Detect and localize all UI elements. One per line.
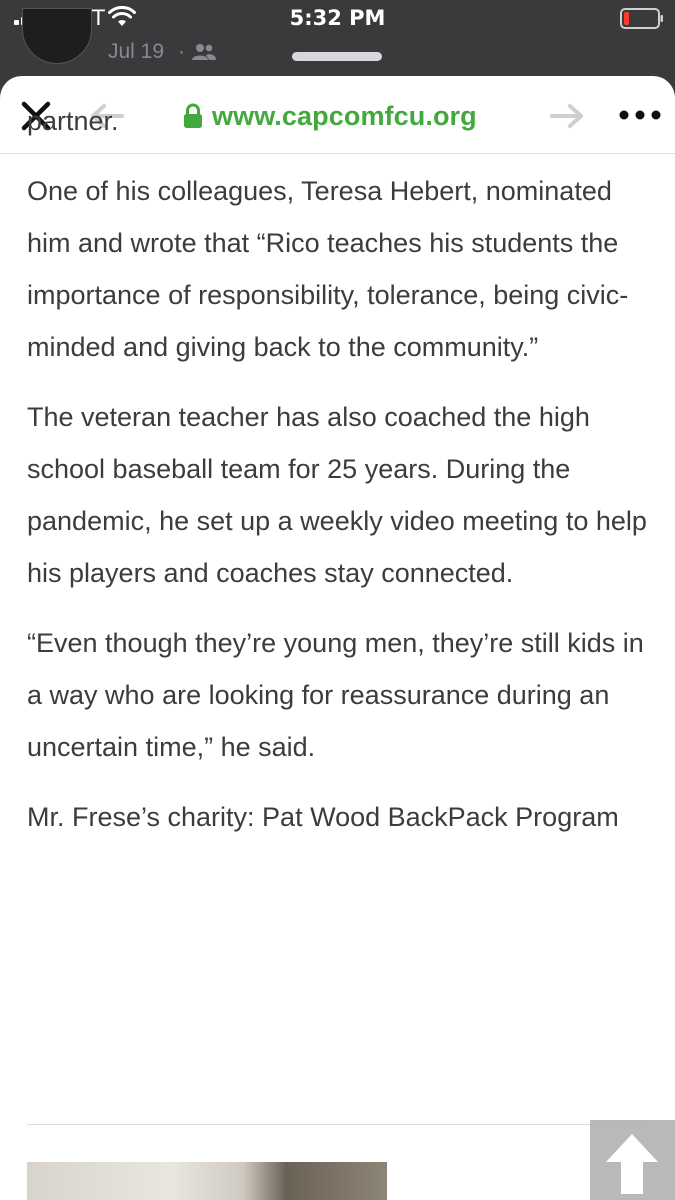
battery-low-icon [620,8,663,29]
sheet-drag-handle[interactable] [292,52,382,61]
scroll-to-top-button[interactable] [590,1120,675,1200]
article-paragraph: One of his colleagues, Teresa Hebert, no… [27,176,629,362]
status-bar: AT&T 5:32 PM [0,0,675,36]
status-time: 5:32 PM [289,6,386,30]
article-paragraph: partner. [27,106,119,136]
post-date: Jul 19 [108,40,165,63]
friends-icon [192,44,216,60]
article-paragraph: “Even though they’re young men, they’re … [27,628,644,762]
post-separator: · [178,40,185,63]
article-paragraph: The veteran teacher has also coached the… [27,402,647,588]
article-image [27,1162,387,1200]
article-paragraph: Mr. Frese’s charity: Pat Wood BackPack P… [27,802,619,832]
section-divider [27,1124,647,1125]
article-body: partner. One of his colleagues, Teresa H… [27,95,652,861]
